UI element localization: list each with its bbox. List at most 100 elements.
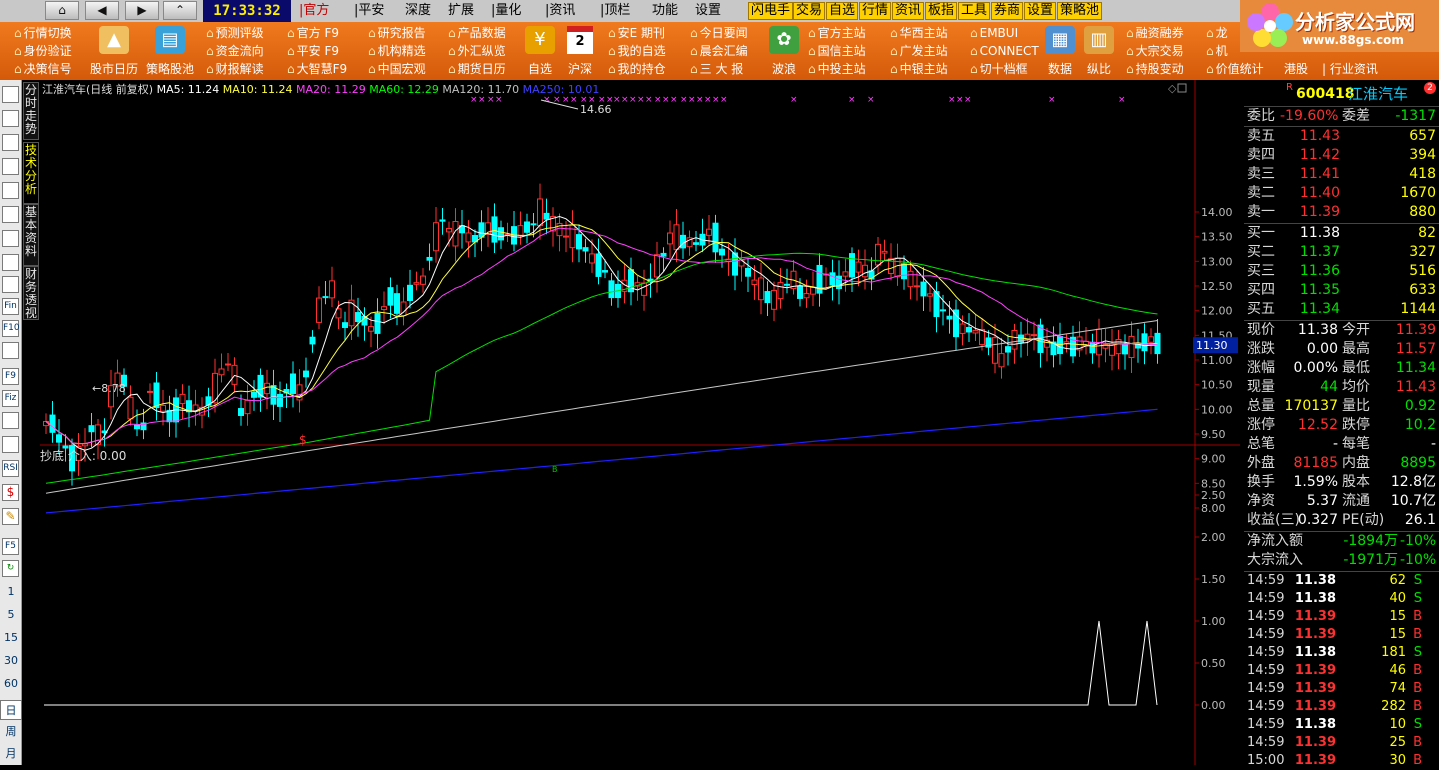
bid-row[interactable]: 买五 11.34 1144	[1244, 300, 1439, 319]
ribbon-link-l-1[interactable]: ⌂ 机	[1206, 42, 1228, 60]
btn-news[interactable]: 资讯	[892, 2, 925, 20]
btn-lightning[interactable]: 闪电手	[748, 2, 794, 20]
fiz-icon[interactable]: Fiz	[2, 390, 19, 407]
doc-icon[interactable]	[2, 276, 19, 293]
ribbon-link-h-2[interactable]: ⌂ 中投主站	[808, 60, 866, 78]
forward-button[interactable]: ▶	[125, 1, 159, 20]
line-chart-icon[interactable]	[2, 206, 19, 223]
ribbon-link-d-2[interactable]: ⌂ 中国宏观	[368, 60, 426, 78]
menu-extend[interactable]: 扩展	[448, 3, 474, 19]
period-5min[interactable]: 5	[0, 608, 22, 621]
btn-tools[interactable]: 工具	[958, 2, 991, 20]
ribbon-button-shanghai-shenzhen[interactable]: 2 沪深	[556, 24, 604, 78]
ribbon-link-c-1[interactable]: ⌂ 平安 F9	[287, 42, 339, 60]
ribbon-link-j-1[interactable]: ⌂ CONNECT	[970, 42, 1039, 60]
ribbon-link-a-1[interactable]: ⌂ 身份验证	[14, 42, 72, 60]
menu-official[interactable]: |官方	[299, 3, 329, 19]
period-month[interactable]: 月	[0, 744, 22, 764]
ribbon-link-g-1[interactable]: ⌂ 晨会汇编	[690, 42, 748, 60]
period-1min[interactable]: 1	[0, 585, 22, 598]
ribbon-link-f-1[interactable]: ⌂ 我的自选	[608, 42, 666, 60]
ribbon-link-g-2[interactable]: ⌂ 三 大 报	[690, 60, 743, 78]
ribbon-link-i-1[interactable]: ⌂ 广发主站	[890, 42, 948, 60]
tab-intraday[interactable]: 分时走势	[23, 82, 39, 140]
ribbon-link-l-0[interactable]: ⌂ 龙	[1206, 24, 1228, 42]
ribbon-link-a-0[interactable]: ⌂ 行情切换	[14, 24, 72, 42]
ribbon-link-c-0[interactable]: ⌂ 官方 F9	[287, 24, 339, 42]
zoom-icon[interactable]	[2, 412, 19, 429]
tab-fundamental[interactable]: 基本资料	[23, 204, 39, 266]
ribbon-link-hk[interactable]: 港股	[1284, 60, 1308, 78]
rsi-icon[interactable]: RSI	[2, 460, 19, 477]
dollar-icon[interactable]: $	[2, 484, 19, 501]
ribbon-link-k-1[interactable]: ⌂ 大宗交易	[1126, 42, 1184, 60]
copy-icon[interactable]	[2, 158, 19, 175]
f9-icon[interactable]: F9	[2, 368, 19, 385]
monitor-icon[interactable]	[2, 436, 19, 453]
ribbon-link-j-2[interactable]: ⌂ 切十档框	[970, 60, 1028, 78]
f5-icon[interactable]: F5	[2, 538, 19, 555]
period-day[interactable]: 日	[0, 700, 22, 720]
ribbon-button-compare[interactable]: ▥ 纵比	[1073, 24, 1125, 78]
period-15min[interactable]: 15	[0, 631, 22, 644]
ribbon-link-a-2[interactable]: ⌂ 决策信号	[14, 60, 72, 78]
bid-row[interactable]: 买四 11.35 633	[1244, 281, 1439, 300]
collapse-button[interactable]: ⌃	[163, 1, 197, 20]
ribbon-link-k-0[interactable]: ⌂ 融资融券	[1126, 24, 1184, 42]
ribbon-link-l-2[interactable]: ⌂ 价值统计	[1206, 60, 1264, 78]
ribbon-link-e-2[interactable]: ⌂ 期货日历	[448, 60, 506, 78]
ribbon-link-b-1[interactable]: ⌂ 资金流向	[206, 42, 264, 60]
bar-chart-icon[interactable]	[2, 230, 19, 247]
table-icon[interactable]	[2, 342, 19, 359]
period-30min[interactable]: 30	[0, 654, 22, 667]
ribbon-link-b-0[interactable]: ⌂ 预测评级	[206, 24, 264, 42]
menu-quant[interactable]: |量化	[491, 3, 521, 19]
btn-setup[interactable]: 设置	[1024, 2, 1057, 20]
btn-index[interactable]: 板指	[925, 2, 958, 20]
ribbon-link-f-0[interactable]: ⌂ 安E 期刊	[608, 24, 665, 42]
menu-depth[interactable]: 深度	[405, 3, 431, 19]
bid-row[interactable]: 买一 11.38 82	[1244, 224, 1439, 243]
menu-news[interactable]: |资讯	[545, 3, 575, 19]
tab-financial[interactable]: 财务透视	[23, 266, 39, 320]
btn-trade[interactable]: 交易	[793, 2, 826, 20]
btn-quotes[interactable]: 行情	[859, 2, 892, 20]
ribbon-button-wave[interactable]: ✿ 波浪	[758, 24, 810, 78]
menu-functions[interactable]: 功能	[652, 3, 678, 19]
ribbon-link-c-2[interactable]: ⌂ 大智慧F9	[287, 60, 347, 78]
ribbon-link-b-2[interactable]: ⌂ 财报解读	[206, 60, 264, 78]
ribbon-link-j-0[interactable]: ⌂ EMBUI	[970, 24, 1018, 42]
ribbon-button-strategy-pool[interactable]: ▤ 策略股池	[144, 24, 196, 78]
ribbon-link-g-0[interactable]: ⌂ 今日要闻	[690, 24, 748, 42]
period-60min[interactable]: 60	[0, 677, 22, 690]
fin-icon[interactable]: Fin	[2, 298, 19, 315]
btn-broker[interactable]: 券商	[991, 2, 1024, 20]
ask-row[interactable]: 卖三 11.41 418	[1244, 165, 1439, 184]
circle-2-icon[interactable]: 2	[1424, 82, 1436, 94]
menu-settings[interactable]: 设置	[695, 3, 721, 19]
ask-row[interactable]: 卖二 11.40 1670	[1244, 184, 1439, 203]
nav-up-icon[interactable]	[2, 110, 19, 127]
bid-row[interactable]: 买二 11.37 327	[1244, 243, 1439, 262]
tab-technical[interactable]: 技术分析	[23, 142, 39, 204]
up-arrow-icon[interactable]	[2, 86, 19, 103]
list-icon[interactable]	[2, 254, 19, 271]
ribbon-link-h-1[interactable]: ⌂ 国信主站	[808, 42, 866, 60]
ribbon-link-industry[interactable]: | 行业资讯	[1322, 60, 1378, 78]
ask-row[interactable]: 卖一 11.39 880	[1244, 203, 1439, 222]
ribbon-link-d-0[interactable]: ⌂ 研究报告	[368, 24, 426, 42]
ribbon-link-e-1[interactable]: ⌂ 外汇纵览	[448, 42, 506, 60]
home-button[interactable]: ⌂	[45, 1, 79, 20]
ribbon-link-e-0[interactable]: ⌂ 产品数据	[448, 24, 506, 42]
ribbon-link-f-2[interactable]: ⌂ 我的持仓	[608, 60, 666, 78]
period-week[interactable]: 周	[0, 722, 22, 742]
ribbon-link-k-2[interactable]: ⌂ 持股变动	[1126, 60, 1184, 78]
pencil-icon[interactable]: ✎	[2, 508, 19, 525]
grid-icon[interactable]	[2, 182, 19, 199]
ask-row[interactable]: 卖四 11.42 394	[1244, 146, 1439, 165]
diamond-icon[interactable]: ◇	[1168, 82, 1177, 95]
back-button[interactable]: ◀	[85, 1, 119, 20]
ask-row[interactable]: 卖五 11.43 657	[1244, 127, 1439, 146]
ribbon-link-i-2[interactable]: ⌂ 中银主站	[890, 60, 948, 78]
nav-down-icon[interactable]	[2, 134, 19, 151]
